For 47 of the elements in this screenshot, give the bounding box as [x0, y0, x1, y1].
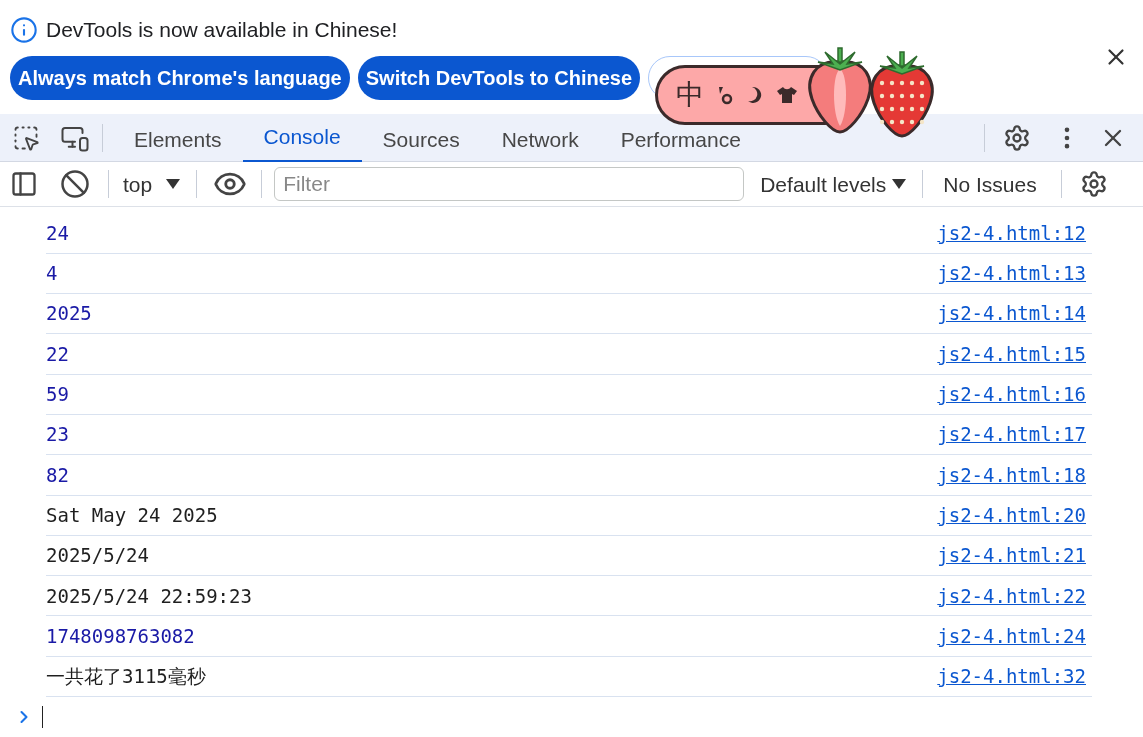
source-link[interactable]: js2-4.html:20: [937, 500, 1086, 530]
console-message: 23: [46, 422, 69, 448]
banner-button[interactable]: Always match Chrome's language: [10, 55, 350, 100]
console-message: 4: [46, 261, 58, 287]
caret-icon: [892, 179, 907, 190]
caret-icon: [166, 179, 181, 190]
filter-field[interactable]: Filter: [274, 167, 745, 202]
source-link[interactable]: js2-4.html:15: [937, 339, 1086, 369]
levels-dropdown[interactable]: Default levels: [760, 168, 907, 200]
source-link[interactable]: js2-4.html:13: [937, 259, 1086, 288]
ime-mode[interactable]: 中: [676, 74, 704, 116]
issues-count[interactable]: No Issues: [943, 168, 1037, 200]
console-message: 22: [46, 341, 69, 367]
source-link[interactable]: js2-4.html:12: [937, 218, 1086, 248]
moon-icon[interactable]: [746, 85, 764, 105]
console-message: 82: [46, 462, 69, 488]
console-message: Sat May 24 2025: [46, 502, 218, 528]
source-link[interactable]: js2-4.html:32: [937, 662, 1086, 691]
source-link[interactable]: js2-4.html:22: [937, 581, 1086, 610]
console-message: 2025: [46, 301, 92, 327]
clear-icon[interactable]: [60, 169, 90, 200]
console-message: 2025/5/24: [46, 543, 149, 569]
source-link[interactable]: js2-4.html:18: [937, 460, 1086, 490]
panel-tab[interactable]: Sources: [382, 125, 460, 154]
punctuation-icon[interactable]: [716, 85, 734, 105]
console-settings-icon[interactable]: [1079, 170, 1108, 199]
info-icon: [10, 15, 38, 44]
console-message: 一共花了3115毫秒: [46, 664, 206, 690]
source-link[interactable]: js2-4.html:16: [937, 380, 1086, 409]
panel-tab[interactable]: Console: [242, 113, 362, 162]
console-message: 1748098763082: [46, 623, 195, 649]
source-link[interactable]: js2-4.html:17: [937, 420, 1086, 449]
banner-message: DevTools is now available in Chinese!: [46, 17, 398, 43]
source-link[interactable]: js2-4.html:21: [937, 541, 1086, 570]
settings-icon[interactable]: [1003, 123, 1031, 152]
sidebar-toggle-icon[interactable]: [10, 170, 38, 199]
panel-tab[interactable]: Performance: [620, 125, 741, 154]
source-link[interactable]: js2-4.html:24: [937, 621, 1086, 651]
source-link[interactable]: js2-4.html:14: [937, 299, 1086, 328]
console-message: 59: [46, 382, 69, 407]
console-message: 24: [46, 220, 69, 246]
shirt-icon[interactable]: [776, 86, 798, 104]
panel-tab[interactable]: Elements: [134, 125, 222, 154]
banner-button[interactable]: Switch DevTools to Chinese: [357, 55, 641, 100]
panel-tab[interactable]: Network: [501, 125, 579, 154]
context-dropdown[interactable]: top: [123, 168, 181, 200]
console-message: 2025/5/24 22:59:23: [46, 583, 252, 609]
